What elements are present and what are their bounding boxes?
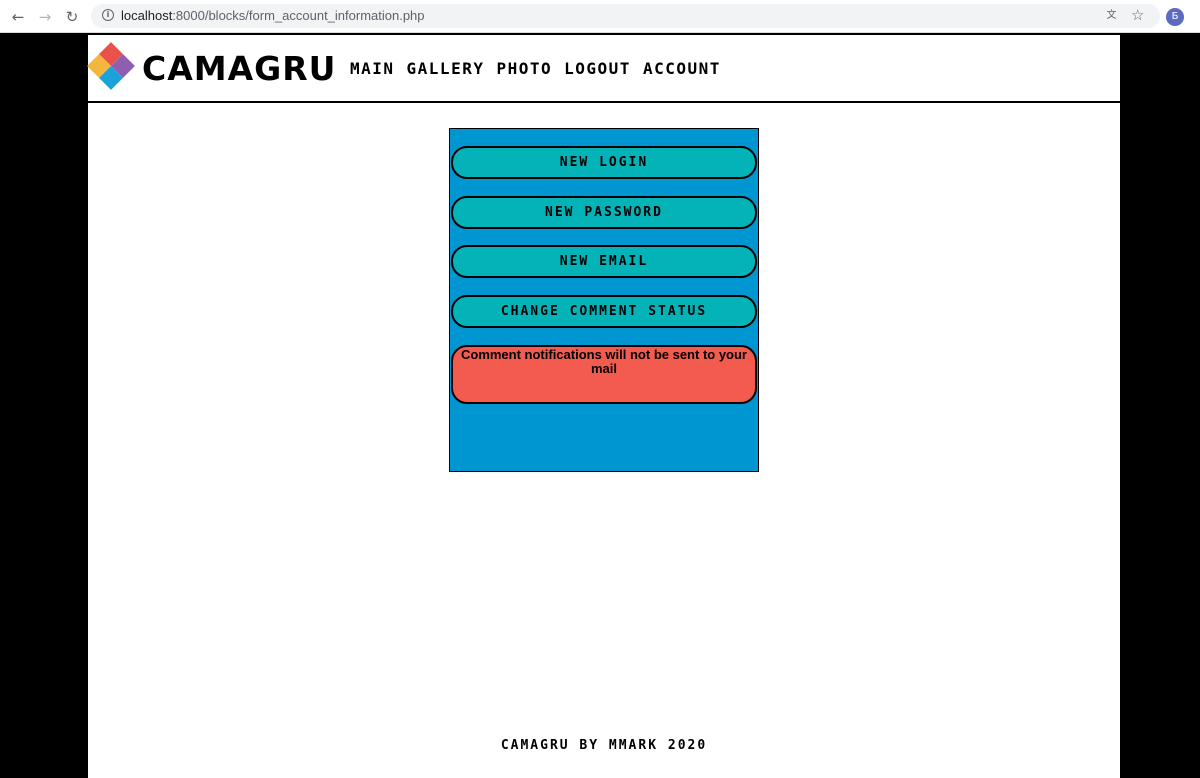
new-email-button[interactable]: NEW EMAIL bbox=[451, 245, 757, 278]
forward-arrow-icon[interactable]: → bbox=[35, 7, 55, 27]
comment-status-message: Comment notifications will not be sent t… bbox=[451, 345, 757, 404]
url-path: :8000/blocks/form_account_information.ph… bbox=[172, 8, 425, 23]
change-comment-status-button[interactable]: CHANGE COMMENT STATUS bbox=[451, 295, 757, 328]
main-nav: MAIN GALLERY PHOTO LOGOUT ACCOUNT bbox=[350, 59, 721, 78]
new-login-button[interactable]: NEW LOGIN bbox=[451, 146, 757, 179]
browser-toolbar: ← → ↻ i localhost:8000/blocks/form_accou… bbox=[0, 0, 1200, 33]
logo-icon bbox=[86, 41, 136, 91]
site-footer: CAMAGRU BY MMARK 2020 bbox=[500, 738, 708, 753]
url-text[interactable]: localhost:8000/blocks/form_account_infor… bbox=[121, 8, 425, 23]
nav-main[interactable]: MAIN bbox=[350, 59, 395, 78]
back-arrow-icon[interactable]: ← bbox=[8, 7, 28, 27]
nav-gallery[interactable]: GALLERY bbox=[407, 59, 485, 78]
translate-icon[interactable]: 文 bbox=[1104, 8, 1119, 23]
page: CAMAGRU MAIN GALLERY PHOTO LOGOUT ACCOUN… bbox=[86, 33, 1120, 778]
reload-icon[interactable]: ↻ bbox=[62, 7, 82, 27]
nav-logout[interactable]: LOGOUT bbox=[564, 59, 631, 78]
nav-photo[interactable]: PHOTO bbox=[496, 59, 552, 78]
address-bar[interactable]: i localhost:8000/blocks/form_account_inf… bbox=[91, 4, 1160, 28]
profile-avatar[interactable]: Б bbox=[1166, 8, 1184, 26]
nav-account[interactable]: ACCOUNT bbox=[643, 59, 721, 78]
site-header: CAMAGRU MAIN GALLERY PHOTO LOGOUT ACCOUN… bbox=[86, 33, 1120, 103]
url-host: localhost bbox=[121, 8, 173, 23]
star-icon[interactable]: ☆ bbox=[1131, 6, 1144, 24]
info-icon[interactable]: i bbox=[102, 9, 114, 21]
logo-text[interactable]: CAMAGRU bbox=[142, 49, 336, 88]
account-form-panel: NEW LOGIN NEW PASSWORD NEW EMAIL CHANGE … bbox=[449, 128, 759, 472]
new-password-button[interactable]: NEW PASSWORD bbox=[451, 196, 757, 229]
